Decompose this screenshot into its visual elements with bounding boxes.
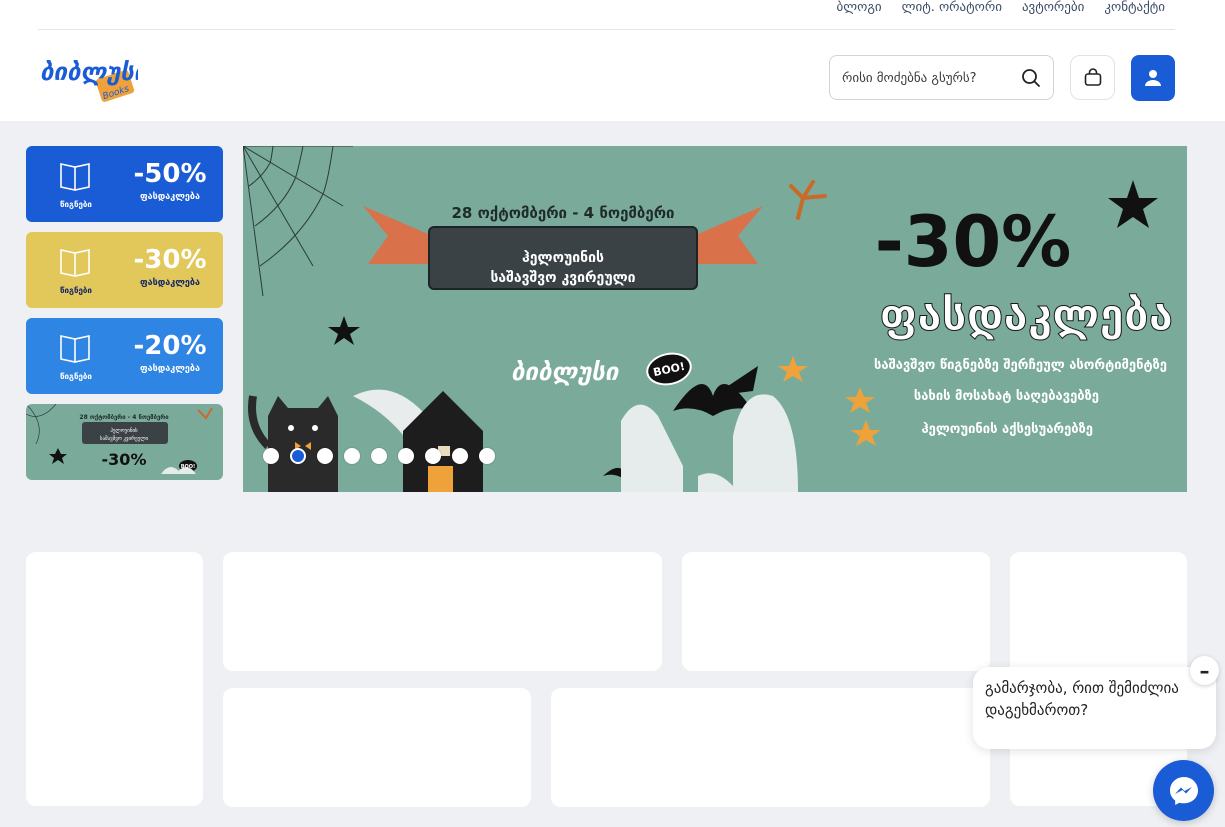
promo-percent: -20% — [133, 331, 207, 361]
user-account-button[interactable] — [1131, 55, 1175, 101]
promo-percent: -50% — [133, 159, 207, 189]
carousel-dot-7[interactable] — [425, 448, 441, 464]
mini-banner-date: 28 ოქტომბერი - 4 ნოემბერი — [79, 414, 169, 421]
nav-link-blog[interactable]: ბლოგი — [837, 0, 882, 15]
chat-greeting-text: გამარჯობა, რით შემიძლია დაგეხმაროთ? — [985, 679, 1179, 719]
hero-date-range: 28 ოქტომბერი - 4 ნოემბერი — [451, 204, 675, 222]
user-icon — [1145, 70, 1161, 86]
cart-icon — [1084, 67, 1101, 86]
carousel-pagination — [263, 448, 495, 464]
top-nav-links: ბლოგი ლიტ. ორატორი ავტორები კონტაქტი — [837, 0, 1165, 15]
carousel-dot-2[interactable] — [290, 448, 306, 464]
search-icon[interactable] — [1021, 68, 1041, 88]
carousel-dot-4[interactable] — [344, 448, 360, 464]
book-icon — [52, 160, 98, 196]
cart-button[interactable] — [1070, 55, 1115, 100]
promo-label: ფასდაკლება — [140, 192, 200, 202]
messenger-icon — [1169, 776, 1198, 805]
carousel-dot-8[interactable] — [452, 448, 468, 464]
search-input[interactable] — [842, 68, 1012, 88]
hero-feature-2: სახის მოსახატ საღებავებზე — [914, 389, 1099, 404]
hero-discount-percent: -30% — [874, 201, 1072, 283]
hero-feature-1: საშავშვო წიგნებზე შერჩეულ ასორტიმენტზე — [874, 358, 1167, 373]
carousel-dot-5[interactable] — [371, 448, 387, 464]
promo-card-20[interactable]: წიგნები -20% ფასდაკლება — [26, 318, 223, 394]
halloween-mini-banner[interactable]: 28 ოქტომბერი - 4 ნოემბერი ჰელოუინის საშა… — [26, 404, 223, 480]
chat-greeting-bubble[interactable]: გამარჯობა, რით შემიძლია დაგეხმაროთ? — [973, 667, 1216, 749]
carousel-dot-1[interactable] — [263, 448, 279, 464]
nav-link-lit-orator[interactable]: ლიტ. ორატორი — [902, 0, 1002, 15]
content-card-placeholder — [551, 688, 990, 807]
messenger-button[interactable] — [1153, 760, 1214, 821]
hero-feature-3-text: ჰელოუინის აქსესუარებზე — [921, 422, 1093, 437]
promo-card-30[interactable]: წიგნები -30% ფასდაკლება — [26, 232, 223, 308]
content-card-placeholder — [223, 552, 662, 671]
promo-label: ფასდაკლება — [140, 278, 200, 288]
nav-link-contact[interactable]: კონტაქტი — [1104, 0, 1165, 15]
promo-category: წიგნები — [60, 372, 92, 381]
hero-event-line2: საშავშვო კვირეული — [490, 270, 636, 286]
site-logo[interactable]: ბიბლუსი Books — [38, 50, 149, 108]
site-header: ბლოგი ლიტ. ორატორი ავტორები კონტაქტი ბიბ… — [0, 0, 1225, 121]
hero-event-line1: ჰელოუინის — [522, 250, 604, 266]
hero-feature-1-text: საშავშვო წიგნებზე შერჩეულ ასორტიმენტზე — [873, 358, 1167, 373]
minimize-icon: – — [1199, 658, 1210, 683]
book-icon — [52, 246, 98, 282]
promo-category: წიგნები — [60, 286, 92, 295]
promo-category: წიგნები — [60, 200, 92, 209]
promo-label: ფასდაკლება — [140, 364, 200, 374]
promo-percent: -30% — [133, 245, 207, 275]
mini-banner-percent: -30% — [102, 450, 147, 469]
hero-feature-2-text: სახის მოსახატ საღებავებზე — [913, 389, 1099, 404]
hero-discount-word: ფასდაკლება — [879, 290, 1173, 342]
book-icon — [52, 332, 98, 368]
search-box[interactable] — [829, 55, 1054, 100]
mini-banner-graphic: 28 ოქტომბერი - 4 ნოემბერი ჰელოუინის საშა… — [26, 404, 213, 474]
carousel-dot-3[interactable] — [317, 448, 333, 464]
hero-logo: ბიბლუსი — [511, 358, 619, 386]
chat-close-button[interactable]: – — [1190, 656, 1219, 685]
hero-banner[interactable]: 28 ოქტომბერი - 4 ნოემბერი ჰელოუინის საშა… — [243, 146, 1187, 492]
carousel-dot-6[interactable] — [398, 448, 414, 464]
logo-graphic: ბიბლუსი Books — [40, 58, 149, 102]
mini-banner-title2: საშავშვო კვირეული — [100, 435, 149, 442]
carousel-dot-9[interactable] — [479, 448, 495, 464]
logo-text: ბიბლუსი — [40, 58, 138, 86]
content-card-placeholder — [26, 552, 203, 806]
content-card-placeholder — [682, 552, 990, 671]
mini-banner-title1: ჰელოუინის — [110, 427, 138, 434]
promo-card-50[interactable]: წიგნები -50% ფასდაკლება — [26, 146, 223, 222]
hero-feature-3: ჰელოუინის აქსესუარებზე — [921, 422, 1093, 437]
content-card-placeholder — [223, 688, 531, 807]
top-navigation: ბლოგი ლიტ. ორატორი ავტორები კონტაქტი — [38, 0, 1175, 30]
nav-link-authors[interactable]: ავტორები — [1022, 0, 1084, 15]
